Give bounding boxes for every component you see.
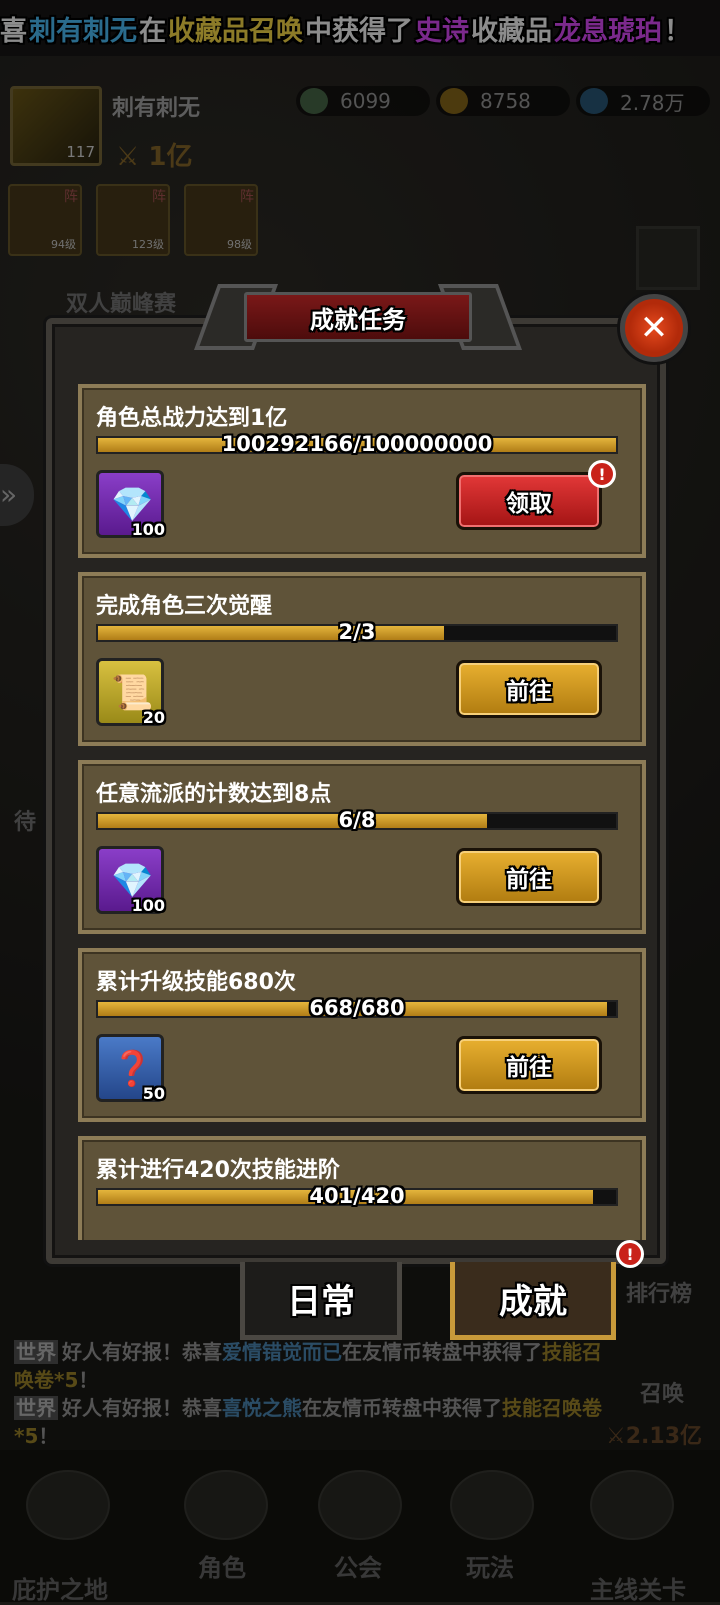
achievement-modal: 角色总战力达到1亿 100292166/100000000 💎 100 领取 !… bbox=[46, 318, 666, 1264]
progress-text: 100292166/100000000 bbox=[221, 432, 493, 456]
goto-button[interactable]: 前往 bbox=[456, 660, 602, 718]
goto-button[interactable]: 前往 bbox=[456, 848, 602, 906]
progress-text: 668/680 bbox=[309, 996, 405, 1020]
progress-text: 401/420 bbox=[309, 1184, 405, 1208]
close-icon[interactable]: ✕ bbox=[620, 294, 688, 362]
task-title: 任意流派的计数达到8点 bbox=[96, 782, 332, 807]
alert-badge-icon: ! bbox=[588, 460, 616, 488]
diamond-icon: 💎 bbox=[111, 861, 154, 901]
modal-title-banner: 成就任务 bbox=[193, 272, 523, 362]
task-card: 任意流派的计数达到8点 6/8 💎 100 前往 bbox=[78, 760, 646, 934]
task-title: 角色总战力达到1亿 bbox=[96, 406, 288, 431]
task-list[interactable]: 角色总战力达到1亿 100292166/100000000 💎 100 领取 !… bbox=[78, 384, 646, 1240]
task-progress-bar: 100292166/100000000 bbox=[96, 432, 618, 456]
claim-button[interactable]: 领取 bbox=[456, 472, 602, 530]
reward-count: 50 bbox=[142, 1084, 165, 1103]
task-progress-bar: 2/3 bbox=[96, 620, 618, 644]
task-title: 累计升级技能680次 bbox=[96, 970, 296, 995]
task-title: 完成角色三次觉醒 bbox=[96, 594, 273, 619]
reward-item[interactable]: 💎 100 bbox=[96, 470, 165, 539]
skill-card-icon: ❓ bbox=[111, 1049, 154, 1089]
task-progress-bar: 6/8 bbox=[96, 808, 618, 832]
task-card: 累计升级技能680次 668/680 ❓ 50 前往 bbox=[78, 948, 646, 1122]
progress-text: 2/3 bbox=[338, 620, 376, 644]
reward-count: 20 bbox=[142, 708, 165, 727]
task-card: 累计进行420次技能进阶 401/420 bbox=[78, 1136, 646, 1240]
goto-button[interactable]: 前往 bbox=[456, 1036, 602, 1094]
reward-item[interactable]: ❓ 50 bbox=[96, 1034, 165, 1103]
task-title: 累计进行420次技能进阶 bbox=[96, 1158, 340, 1183]
tab-achievement[interactable]: 成就 bbox=[450, 1262, 616, 1340]
scroll-icon: 📜 bbox=[111, 673, 154, 713]
task-card: 完成角色三次觉醒 2/3 📜 20 前往 bbox=[78, 572, 646, 746]
reward-item[interactable]: 💎 100 bbox=[96, 846, 165, 915]
task-card: 角色总战力达到1亿 100292166/100000000 💎 100 领取 ! bbox=[78, 384, 646, 558]
progress-text: 6/8 bbox=[338, 808, 376, 832]
tab-daily[interactable]: 日常 bbox=[240, 1262, 402, 1340]
reward-count: 100 bbox=[131, 520, 165, 539]
reward-item[interactable]: 📜 20 bbox=[96, 658, 165, 727]
task-progress-bar: 668/680 bbox=[96, 996, 618, 1020]
modal-title: 成就任务 bbox=[244, 292, 472, 342]
reward-count: 100 bbox=[131, 896, 165, 915]
alert-badge-icon: ! bbox=[616, 1240, 644, 1268]
diamond-icon: 💎 bbox=[111, 485, 154, 525]
task-progress-bar: 401/420 bbox=[96, 1184, 618, 1208]
